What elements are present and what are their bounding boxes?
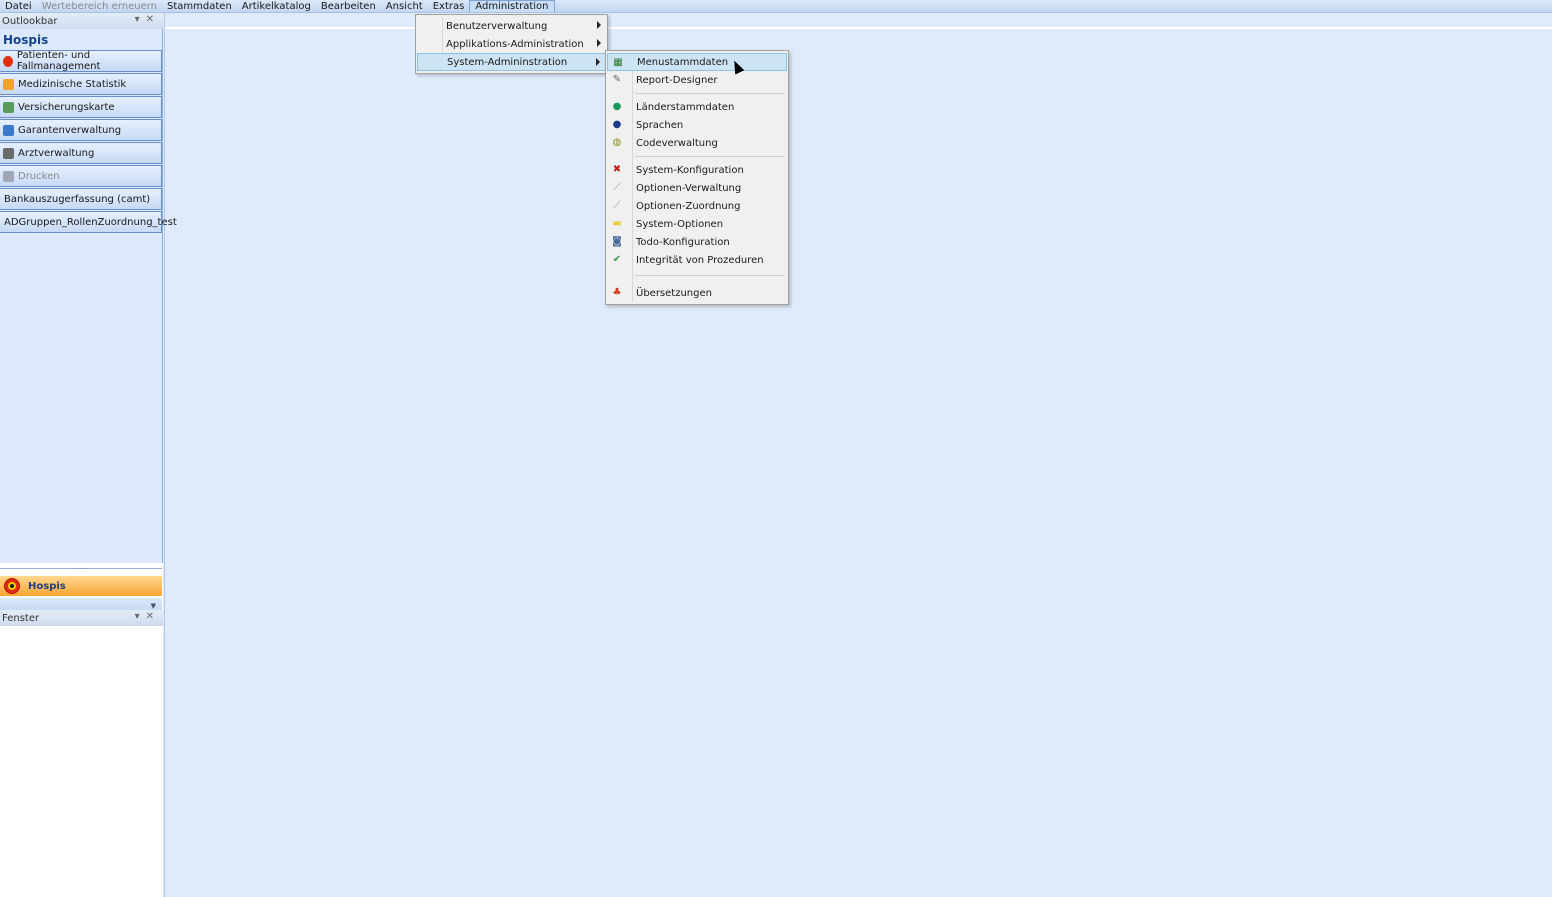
- menu-item-label: Report-Designer: [636, 74, 718, 86]
- wrench-icon: ✖: [612, 164, 622, 175]
- globe-icon: ●: [612, 101, 622, 112]
- wrench-gray-icon: ⟋: [613, 200, 621, 211]
- language-icon: ●: [612, 119, 622, 130]
- menu-separator: [635, 275, 785, 276]
- menu-stammdaten[interactable]: Stammdaten: [162, 0, 237, 12]
- fenster-panel: Fenster ▾✕: [0, 610, 163, 626]
- outlookbar-item[interactable]: Versicherungskarte: [0, 96, 162, 118]
- wrench-gray-icon: ⟋: [613, 182, 621, 193]
- outlookbar-item[interactable]: Bankauszugerfassung (camt): [0, 188, 162, 210]
- menu-item-report-designer[interactable]: ✎ Report-Designer: [607, 71, 787, 89]
- menu-item-label: Codeverwaltung: [636, 137, 718, 149]
- outlookbar-item-label: Drucken: [18, 170, 60, 182]
- outlookbar-item-label: Arztverwaltung: [18, 147, 95, 159]
- menu-item-todo-konfiguration[interactable]: ◙ Todo-Konfiguration: [607, 233, 787, 251]
- target-icon: [4, 578, 20, 594]
- outlookbar-item[interactable]: Arztverwaltung: [0, 142, 162, 164]
- outlookbar-item[interactable]: Patienten- und Fallmanagement: [0, 50, 162, 72]
- submenu-arrow-icon: [597, 21, 601, 29]
- menu-item-label: Optionen-Verwaltung: [636, 182, 742, 194]
- document-tabstrip: [165, 13, 1552, 29]
- menu-item-optionen-verwaltung[interactable]: ⟋ Optionen-Verwaltung: [607, 179, 787, 197]
- fenster-header: Fenster ▾✕: [0, 610, 163, 626]
- outlookbar-header: Outlookbar ▾✕: [0, 13, 163, 29]
- check-icon: ✔: [612, 254, 622, 265]
- group-button-hospis[interactable]: Hospis: [0, 576, 162, 596]
- menu-item-label: Länderstammdaten: [636, 101, 735, 113]
- menu-ansicht[interactable]: Ansicht: [381, 0, 428, 12]
- menu-item-label: System-Optionen: [636, 218, 724, 230]
- menu-item-label: Übersetzungen: [636, 287, 712, 299]
- outlookbar-item[interactable]: Garantenverwaltung: [0, 119, 162, 141]
- administration-dropdown: Benutzerverwaltung Applikations-Administ…: [415, 14, 608, 74]
- menu-separator: [635, 156, 785, 157]
- outlookbar-item[interactable]: Drucken: [0, 165, 162, 187]
- group-title: Hospis: [3, 33, 49, 47]
- menu-item-l-nderstammdaten[interactable]: ● Länderstammdaten: [607, 98, 787, 116]
- menu-item-label: Applikations-Administration: [446, 38, 584, 50]
- menu-item-system-administration[interactable]: System-Admininstration: [417, 53, 606, 71]
- folder-icon: ▬: [612, 218, 622, 229]
- group-button-label: Hospis: [28, 580, 66, 592]
- card-icon: [3, 101, 14, 113]
- menu-bar: Datei Wertebereich erneuern Stammdaten A…: [0, 0, 1552, 13]
- menu-wertebereich-erneuern[interactable]: Wertebereich erneuern: [37, 0, 162, 12]
- menu-item-label: Benutzerverwaltung: [446, 20, 548, 32]
- outlookbar-item-label: Medizinische Statistik: [18, 78, 127, 90]
- system-administration-submenu: ▦ Menustammdaten ✎ Report-Designer ● Länderst…: [605, 50, 789, 305]
- left-panel: Outlookbar ▾✕ Hospis Patienten- und Fall…: [0, 13, 177, 897]
- outlookbar-item-label: Garantenverwaltung: [18, 124, 122, 136]
- outlookbar-item[interactable]: ADGruppen_RollenZuordnung_test: [0, 211, 177, 233]
- todo-icon: ◙: [612, 236, 622, 247]
- chart-icon: [3, 78, 14, 90]
- fenster-title: Fenster: [2, 612, 40, 624]
- outlookbar-item-label: Patienten- und Fallmanagement: [16, 50, 101, 72]
- translate-icon: ♣: [612, 287, 622, 298]
- code-icon: ◍: [612, 137, 622, 148]
- menu-item-codeverwaltung[interactable]: ◍ Codeverwaltung: [607, 134, 787, 152]
- menu-item-label: Integrität von Prozeduren: [636, 254, 764, 266]
- menu-datei[interactable]: Datei: [0, 0, 37, 12]
- user-icon: [3, 124, 14, 136]
- tree-icon: ▦: [613, 57, 623, 68]
- menu-item--bersetzungen[interactable]: ♣ Übersetzungen: [607, 284, 787, 302]
- menu-administration[interactable]: Administration: [469, 0, 555, 12]
- outlookbar-item-label: Bankauszugerfassung (camt): [4, 193, 151, 205]
- menu-extras[interactable]: Extras: [428, 0, 470, 12]
- menu-item-label: System-Konfiguration: [636, 164, 744, 176]
- printer-icon: [3, 170, 14, 182]
- menu-item-label: System-Admininstration: [447, 56, 568, 68]
- outlookbar-item-label: Versicherungskarte: [18, 101, 115, 113]
- menu-separator: [635, 93, 785, 94]
- splitter-grip[interactable]: ·····: [0, 567, 162, 573]
- menu-item-label: Menustammdaten: [637, 56, 729, 68]
- submenu-arrow-icon: [597, 39, 601, 47]
- menu-item-system-konfiguration[interactable]: ✖ System-Konfiguration: [607, 161, 787, 179]
- target-icon: [3, 55, 13, 67]
- menu-item-label: Optionen-Zuordnung: [636, 200, 741, 212]
- menu-bearbeiten[interactable]: Bearbeiten: [316, 0, 381, 12]
- main-area: [164, 13, 1552, 897]
- menu-item-system-optionen[interactable]: ▬ System-Optionen: [607, 215, 787, 233]
- menu-item-applikations-administration[interactable]: Applikations-Administration: [417, 35, 606, 53]
- menu-item-label: Todo-Konfiguration: [636, 236, 730, 248]
- edit-icon: ✎: [612, 74, 622, 85]
- doctor-icon: [3, 147, 14, 159]
- outlookbar-item-label: ADGruppen_RollenZuordnung_test: [4, 216, 177, 228]
- panel-controls[interactable]: ▾✕: [135, 611, 160, 622]
- panel-controls[interactable]: ▾✕: [135, 14, 160, 25]
- outlookbar-item[interactable]: Medizinische Statistik: [0, 73, 162, 95]
- submenu-arrow-icon: [596, 58, 600, 66]
- menu-item-optionen-zuordnung[interactable]: ⟋ Optionen-Zuordnung: [607, 197, 787, 215]
- menu-item-sprachen[interactable]: ● Sprachen: [607, 116, 787, 134]
- menu-artikelkatalog[interactable]: Artikelkatalog: [237, 0, 316, 12]
- menu-item-label: Sprachen: [636, 119, 684, 131]
- menu-item-integrit-t-von-prozeduren[interactable]: ✔ Integrität von Prozeduren: [607, 251, 787, 269]
- menu-item-menustammdaten[interactable]: ▦ Menustammdaten: [607, 53, 787, 71]
- outlookbar-title: Outlookbar: [2, 15, 58, 27]
- menu-item-benutzerverwaltung[interactable]: Benutzerverwaltung: [417, 17, 606, 35]
- outlookbar: Hospis Patienten- und Fallmanagement Medi…: [0, 29, 177, 618]
